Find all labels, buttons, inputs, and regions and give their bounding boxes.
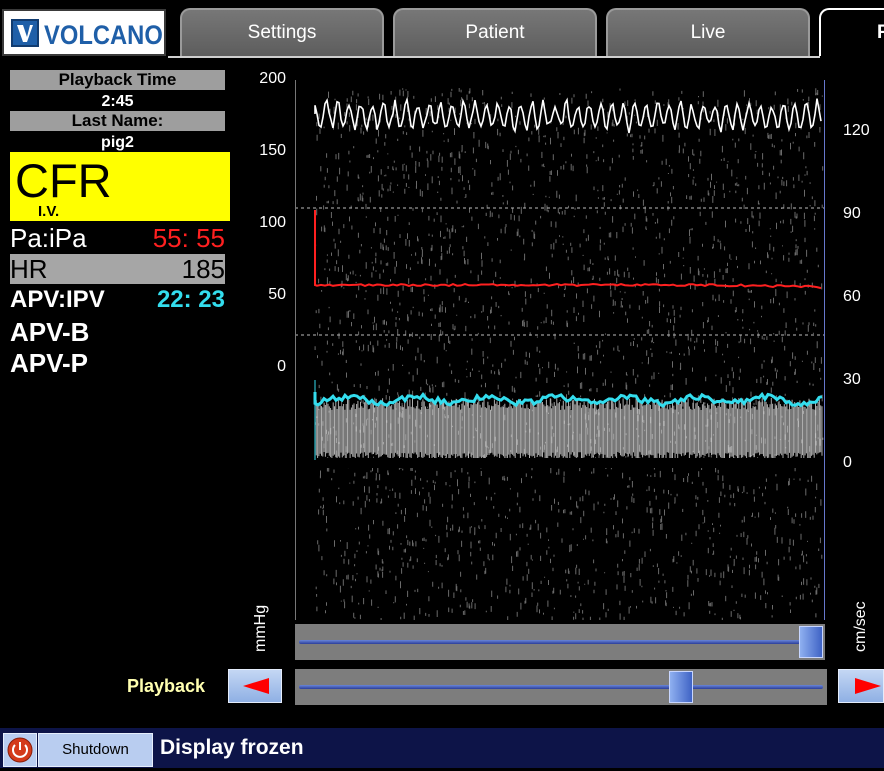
apv-p-row: APV-P (10, 348, 225, 378)
volcano-logo: VOLCANO (2, 9, 166, 56)
left-axis-unit: mmHg (252, 604, 269, 652)
pa-value: 55: 55 (152, 223, 225, 253)
apv-b-label: APV-B (10, 317, 90, 347)
doppler-spectrum-svg (295, 80, 825, 620)
right-tick-label: 30 (843, 371, 861, 388)
mode-title: CFR (15, 154, 112, 207)
left-tick-label: 0 (277, 358, 286, 375)
right-tick-label: 90 (843, 205, 861, 222)
hr-row: HR 185 (10, 254, 225, 284)
left-arrow-icon (243, 678, 269, 694)
playback-time-value: 2:45 (101, 93, 134, 110)
playback-time-label: Playback Time (10, 70, 225, 90)
baseline-gap (315, 458, 823, 468)
ecg-trace (314, 96, 822, 134)
hr-label: HR (10, 254, 48, 284)
left-tick-label: 200 (259, 70, 286, 87)
playback-prev-button[interactable] (228, 669, 282, 703)
playback-next-button[interactable] (838, 669, 884, 703)
tab-settings[interactable]: Settings (180, 8, 384, 56)
last-name-label: Last Name: (10, 111, 225, 131)
cfr-mode-box: CFR I.V. (10, 152, 230, 221)
spectrum-noise (314, 88, 824, 620)
tab-playback[interactable]: F (819, 8, 884, 56)
scroll-slider-thumb[interactable] (799, 626, 823, 658)
left-tick-label: 50 (268, 286, 286, 303)
last-name-value: pig2 (101, 134, 134, 151)
apv-label: APV:IPV (10, 286, 105, 313)
doppler-spectrum-plot (295, 80, 825, 620)
apv-p-label: APV-P (10, 348, 89, 378)
tab-patient[interactable]: Patient (393, 8, 597, 56)
right-arrow-icon (855, 678, 881, 694)
right-tick-label: 0 (843, 454, 852, 471)
mode-subtitle: I.V. (38, 203, 60, 220)
tab-live[interactable]: Live (606, 8, 810, 56)
right-tick-label: 60 (843, 288, 861, 305)
apv-row: APV:IPV 22: 23 (10, 285, 225, 315)
apv-value: 22: 23 (156, 286, 225, 313)
pa-label: Pa:iPa (10, 223, 87, 253)
playback-label: Playback (127, 676, 206, 696)
top-bar: VOLCANO Settings Patient Live F (0, 0, 884, 60)
tab-underline (168, 56, 820, 58)
left-tick-label: 100 (259, 214, 286, 231)
status-message: Display frozen (160, 736, 304, 759)
apv-b-row: APV-B (10, 317, 225, 347)
pa-row: Pa:iPa 55: 55 (10, 223, 225, 253)
scroll-slider[interactable] (295, 624, 825, 660)
playback-slider[interactable] (295, 669, 827, 705)
volcano-logo-icon (11, 19, 39, 47)
hr-value: 185 (181, 254, 225, 284)
right-axis-unit: cm/sec (852, 601, 869, 652)
playback-slider-thumb[interactable] (669, 671, 693, 703)
shutdown-button[interactable]: Shutdown (38, 733, 153, 767)
left-tick-label: 150 (259, 142, 286, 159)
power-button[interactable] (3, 733, 37, 767)
right-tick-label: 120 (843, 122, 870, 139)
pressure-trace (314, 210, 822, 290)
power-icon (7, 737, 33, 763)
brand-name: VOLCANO (44, 20, 163, 50)
